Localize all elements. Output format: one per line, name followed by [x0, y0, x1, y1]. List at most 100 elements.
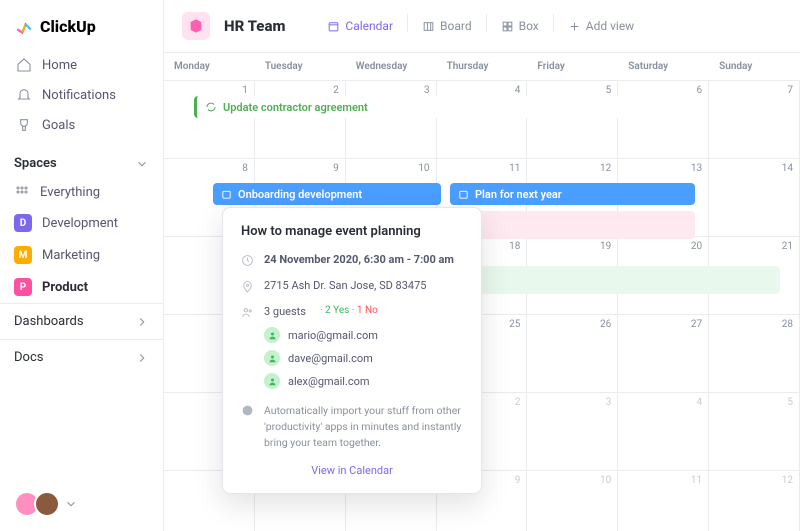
event-plan[interactable]: Plan for next year: [450, 183, 695, 205]
calendar-cell[interactable]: 27: [618, 315, 709, 393]
space-product[interactable]: PProduct: [0, 271, 163, 303]
box-icon: [501, 20, 514, 33]
day-number: 4: [697, 397, 703, 408]
chevron-down-icon: [135, 157, 149, 171]
view-tabs: Calendar Board Box Add view: [317, 14, 644, 38]
day-number: 12: [782, 475, 793, 486]
day-number: 3: [424, 85, 430, 96]
popover-datetime: 24 November 2020, 6:30 am - 7:00 am: [241, 253, 463, 267]
event-onboarding[interactable]: Onboarding development: [213, 183, 441, 205]
calendar-cell[interactable]: 10: [527, 471, 618, 531]
tab-board[interactable]: Board: [412, 14, 482, 38]
calendar-cell[interactable]: 3: [346, 81, 437, 159]
nav-goals[interactable]: Goals: [8, 110, 155, 140]
day-number: 9: [515, 475, 521, 486]
nav-notifications[interactable]: Notifications: [8, 80, 155, 110]
calendar-cell[interactable]: 3: [527, 393, 618, 471]
event-popover: How to manage event planning 24 November…: [222, 207, 482, 494]
day-number: 26: [600, 319, 611, 330]
calendar-cell[interactable]: 11: [618, 471, 709, 531]
weekday: Friday: [527, 53, 618, 80]
team-badge: [182, 12, 210, 40]
day-number: 27: [691, 319, 702, 330]
chevron-down-icon: [64, 497, 78, 511]
calendar-cell[interactable]: 12: [709, 471, 800, 531]
day-number: 11: [509, 163, 520, 174]
calendar-cell[interactable]: 2: [255, 81, 346, 159]
day-number: 1: [242, 85, 248, 96]
info-icon: [241, 404, 254, 417]
popover-guests: 3 guests· 2 Yes · 1 No: [241, 305, 463, 319]
day-number: 19: [600, 241, 611, 252]
event-contractor[interactable]: Update contractor agreement: [194, 96, 674, 118]
calendar-cell[interactable]: 4: [437, 81, 528, 159]
space-badge: D: [14, 214, 32, 232]
calendar: Monday Tuesday Wednesday Thursday Friday…: [164, 53, 800, 531]
sidebar: ClickUp Home Notifications Goals Spaces …: [0, 0, 164, 531]
day-number: 2: [333, 85, 339, 96]
tab-calendar[interactable]: Calendar: [317, 14, 403, 38]
weekday: Tuesday: [255, 53, 346, 80]
guest-row: dave@gmail.com: [264, 350, 463, 366]
trophy-icon: [16, 117, 32, 133]
day-number: 8: [242, 163, 248, 174]
primary-nav: Home Notifications Goals: [0, 46, 163, 144]
pin-icon: [241, 280, 254, 293]
event-block[interactable]: [450, 266, 780, 294]
calendar-cell[interactable]: 28: [709, 315, 800, 393]
topbar: HR Team Calendar Board Box Add view: [164, 0, 800, 53]
calendar-cell[interactable]: 4: [618, 393, 709, 471]
view-in-calendar-link[interactable]: View in Calendar: [241, 464, 463, 477]
board-icon: [422, 20, 435, 33]
calendar-cell[interactable]: 5: [709, 393, 800, 471]
sidebar-docs[interactable]: Docs: [0, 339, 163, 375]
space-badge: M: [14, 246, 32, 264]
user-icon: [264, 373, 280, 389]
day-number: 6: [697, 85, 703, 96]
spaces-header[interactable]: Spaces: [0, 144, 163, 177]
calendar-cell[interactable]: 26: [527, 315, 618, 393]
brand-name: ClickUp: [40, 17, 96, 36]
nav-home[interactable]: Home: [8, 50, 155, 80]
user-icon: [264, 350, 280, 366]
day-number: 10: [600, 475, 611, 486]
calendar-cell[interactable]: 1: [164, 81, 255, 159]
user-avatars[interactable]: [0, 477, 163, 531]
space-development[interactable]: DDevelopment: [0, 207, 163, 239]
space-everything[interactable]: Everything: [0, 177, 163, 207]
day-number: 9: [333, 163, 339, 174]
day-number: 25: [509, 319, 520, 330]
brand-logo[interactable]: ClickUp: [0, 0, 163, 46]
space-badge: P: [14, 278, 32, 296]
people-icon: [241, 306, 254, 319]
calendar-icon: [221, 189, 232, 200]
calendar-cell[interactable]: 5: [527, 81, 618, 159]
avatar: [34, 491, 60, 517]
day-number: 3: [606, 397, 612, 408]
calendar-cell[interactable]: 7: [709, 81, 800, 159]
sidebar-dashboards[interactable]: Dashboards: [0, 303, 163, 339]
weekday: Thursday: [437, 53, 528, 80]
day-number: 20: [691, 241, 702, 252]
tab-add-view[interactable]: Add view: [558, 14, 644, 38]
chevron-right-icon: [135, 351, 149, 365]
day-number: 18: [509, 241, 520, 252]
weekday: Sunday: [709, 53, 800, 80]
calendar-cell[interactable]: 6: [618, 81, 709, 159]
tab-box[interactable]: Box: [491, 14, 549, 38]
plus-icon: [568, 20, 581, 33]
weekday: Saturday: [618, 53, 709, 80]
team-name: HR Team: [224, 17, 285, 35]
space-marketing[interactable]: MMarketing: [0, 239, 163, 271]
day-number: 13: [691, 163, 702, 174]
day-number: 5: [606, 85, 612, 96]
event-block[interactable]: [450, 211, 695, 239]
weekday: Wednesday: [346, 53, 437, 80]
day-number: 11: [691, 475, 702, 486]
guest-row: alex@gmail.com: [264, 373, 463, 389]
weekday: Monday: [164, 53, 255, 80]
weekday-header: Monday Tuesday Wednesday Thursday Friday…: [164, 53, 800, 81]
main-content: HR Team Calendar Board Box Add view Mond…: [164, 0, 800, 531]
calendar-cell[interactable]: 14: [709, 159, 800, 237]
day-number: 21: [782, 241, 793, 252]
